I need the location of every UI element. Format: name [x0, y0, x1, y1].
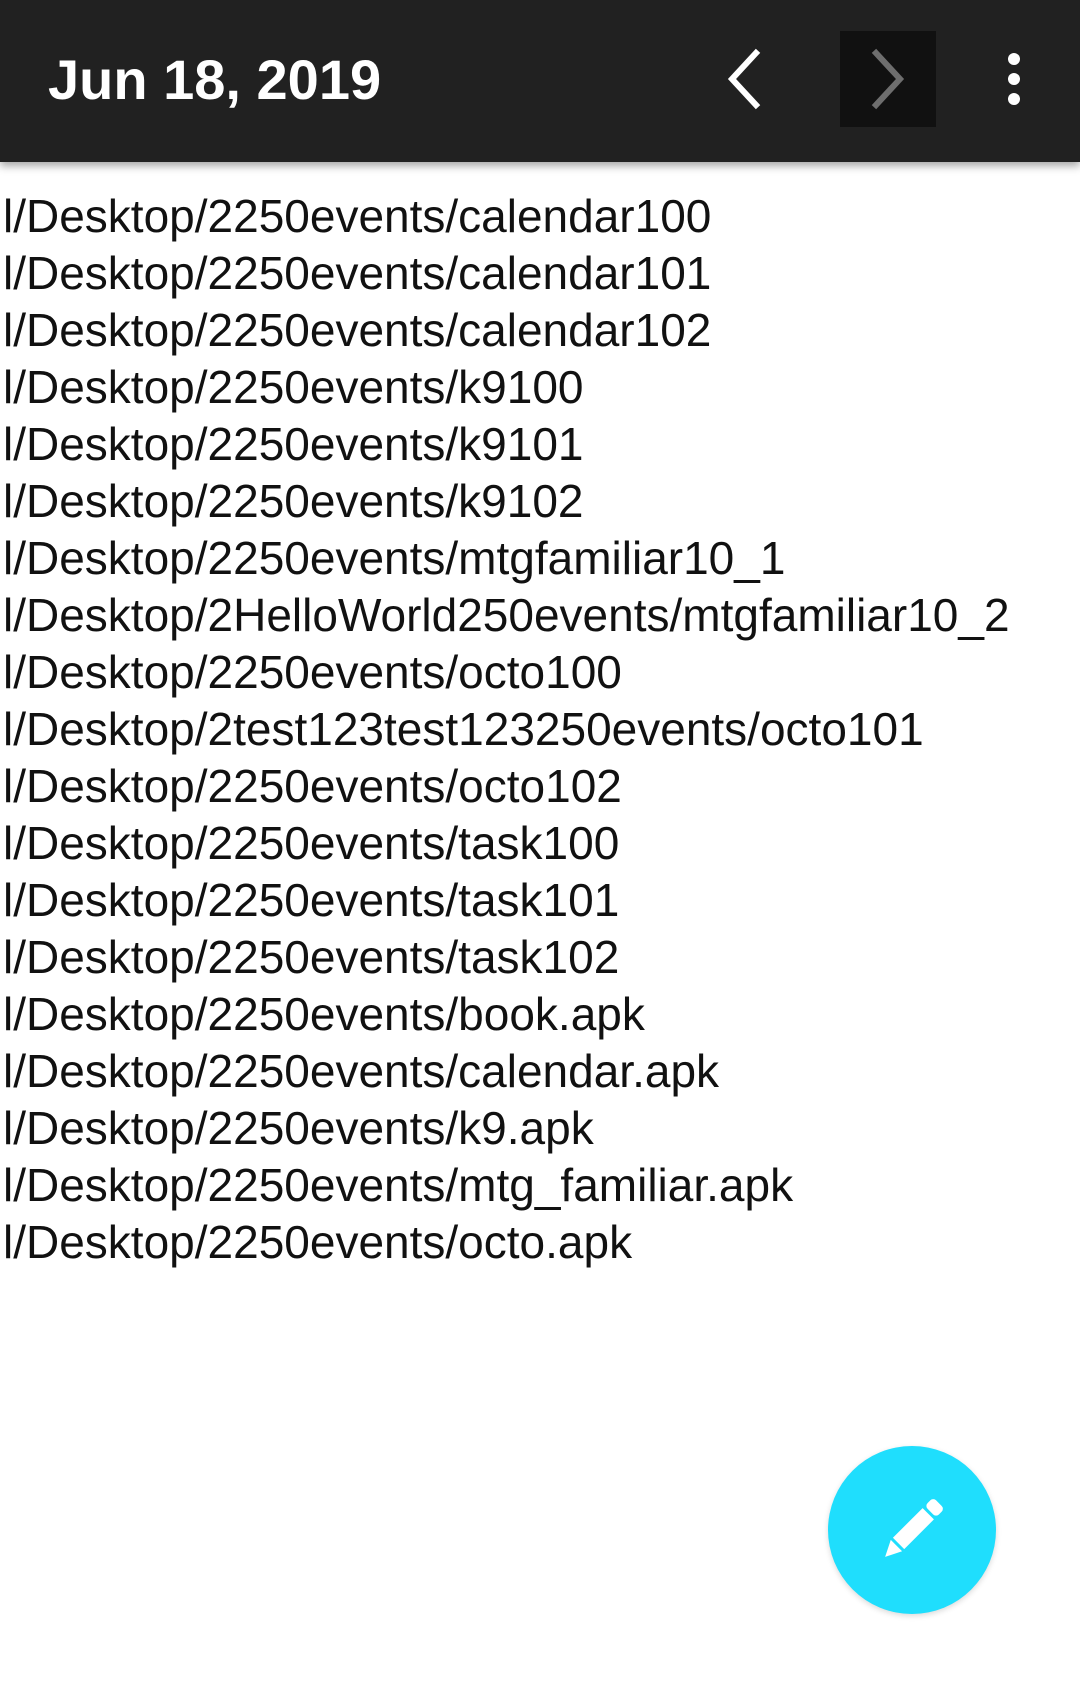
list-item[interactable]: l/Desktop/2250events/octo102 [0, 758, 1080, 815]
list-item[interactable]: l/Desktop/2250events/calendar100 [0, 188, 1080, 245]
list-item[interactable]: l/Desktop/2250events/octo100 [0, 644, 1080, 701]
list-item[interactable]: l/Desktop/2250events/mtgfamiliar10_1 [0, 530, 1080, 587]
chevron-left-icon [727, 48, 761, 110]
app-screen: Jun 18, 2019 l/Desktop/2250events/calend… [0, 0, 1080, 1699]
more-options-button[interactable] [990, 31, 1038, 127]
list-item[interactable]: l/Desktop/2250events/octo.apk [0, 1214, 1080, 1271]
list-item[interactable]: l/Desktop/2250events/task100 [0, 815, 1080, 872]
toolbar: Jun 18, 2019 [0, 0, 1080, 162]
list-item[interactable]: l/Desktop/2250events/k9.apk [0, 1100, 1080, 1157]
more-vert-icon [1008, 53, 1020, 105]
list-item[interactable]: l/Desktop/2test123test123250events/octo1… [0, 701, 1080, 758]
list-item[interactable]: l/Desktop/2250events/task102 [0, 929, 1080, 986]
pencil-icon [885, 1499, 943, 1557]
list-item[interactable]: l/Desktop/2250events/k9102 [0, 473, 1080, 530]
list-item[interactable]: l/Desktop/2250events/mtg_familiar.apk [0, 1157, 1080, 1214]
list-item[interactable]: l/Desktop/2250events/k9100 [0, 359, 1080, 416]
list-item[interactable]: l/Desktop/2250events/calendar101 [0, 245, 1080, 302]
next-day-button[interactable] [840, 31, 936, 127]
list-item[interactable]: l/Desktop/2250events/calendar.apk [0, 1043, 1080, 1100]
chevron-right-icon [871, 48, 905, 110]
list-item[interactable]: l/Desktop/2250events/calendar102 [0, 302, 1080, 359]
previous-day-button[interactable] [696, 31, 792, 127]
event-list: l/Desktop/2250events/calendar100 l/Deskt… [0, 188, 1080, 1271]
edit-fab-button[interactable] [828, 1446, 996, 1614]
list-item[interactable]: l/Desktop/2HelloWorld250events/mtgfamili… [0, 587, 1080, 644]
list-item[interactable]: l/Desktop/2250events/task101 [0, 872, 1080, 929]
list-item[interactable]: l/Desktop/2250events/book.apk [0, 986, 1080, 1043]
date-title[interactable]: Jun 18, 2019 [48, 44, 381, 116]
list-item[interactable]: l/Desktop/2250events/k9101 [0, 416, 1080, 473]
